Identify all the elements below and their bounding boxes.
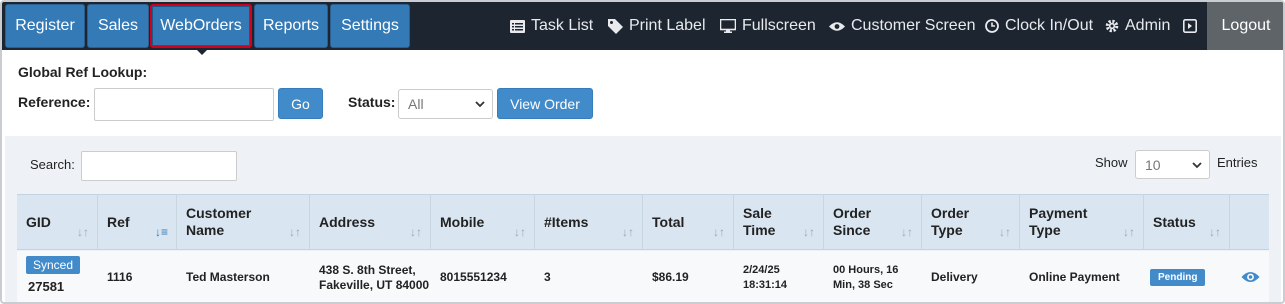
table-search-input[interactable] — [81, 151, 237, 181]
status-select-value: All — [408, 96, 424, 112]
eye-icon — [829, 21, 845, 31]
logout-button[interactable]: Logout — [1207, 2, 1283, 50]
nav-settings-button[interactable]: Settings — [330, 4, 410, 48]
col-mobile[interactable]: Mobile ↓↑ — [431, 194, 535, 250]
sort-icon: ↓↑ — [999, 225, 1011, 239]
col-order-since-label: Order Since — [833, 205, 872, 238]
sort-icon: ↓↑ — [1123, 225, 1135, 239]
admin-link[interactable]: Admin — [1105, 2, 1170, 50]
col-status-label: Status — [1153, 213, 1196, 230]
col-order-since[interactable]: Order Since ↓↑ — [824, 194, 922, 250]
entries-select-value: 10 — [1145, 156, 1161, 173]
cell-ref: 1116 — [107, 270, 133, 284]
chevron-down-icon — [475, 101, 485, 108]
clock-in-out-link[interactable]: Clock In/Out — [985, 2, 1093, 50]
col-sale-time[interactable]: Sale Time ↓↑ — [734, 194, 824, 250]
cell-order-since: 00 Hours, 16 Min, 38 Sec — [833, 263, 899, 291]
task-list-link[interactable]: Task List — [510, 2, 593, 50]
chevron-down-icon — [1192, 162, 1202, 169]
sort-icon: ↓↑ — [289, 225, 301, 239]
reference-label: Reference: — [18, 94, 91, 110]
table-search-label: Search: — [30, 157, 75, 172]
entries-label: Entries — [1217, 155, 1258, 170]
col-mobile-label: Mobile — [440, 213, 485, 230]
col-customer-name-label: Customer Name — [186, 205, 252, 238]
global-ref-lookup-title: Global Ref Lookup: — [18, 64, 148, 80]
customer-screen-link[interactable]: Customer Screen — [829, 2, 976, 50]
admin-label: Admin — [1125, 17, 1171, 34]
active-tab-caret — [195, 48, 209, 55]
col-address-label: Address — [319, 213, 376, 230]
eye-icon — [1241, 272, 1260, 282]
col-ref-label: Ref — [107, 213, 130, 230]
tag-icon — [608, 18, 623, 34]
list-icon — [510, 19, 525, 33]
customer-screen-label: Customer Screen — [851, 17, 976, 34]
cell-customer-name: Ted Masterson — [186, 270, 270, 284]
sort-icon: ↓↑ — [514, 225, 526, 239]
monitor-icon — [720, 19, 736, 33]
cell-items: 3 — [544, 270, 551, 284]
col-total[interactable]: Total ↓↑ — [643, 194, 734, 250]
print-label-label: Print Label — [629, 17, 706, 34]
gear-icon — [1105, 19, 1119, 33]
status-badge: Pending — [1150, 269, 1206, 286]
col-total-label: Total — [652, 213, 685, 230]
col-order-type[interactable]: Order Type ↓↑ — [922, 194, 1020, 250]
entries-select[interactable]: 10 — [1135, 150, 1210, 179]
exit-fullscreen-link[interactable] — [1183, 2, 1203, 50]
col-address[interactable]: Address ↓↑ — [310, 194, 431, 250]
nav-register-button[interactable]: Register — [5, 4, 85, 48]
top-navbar: Register Sales WebOrders Reports Setting… — [2, 2, 1283, 50]
clock-icon — [985, 19, 999, 33]
nav-reports-button[interactable]: Reports — [254, 4, 328, 48]
col-sale-time-label: Sale Time — [743, 205, 776, 238]
sort-icon: ↓↑ — [410, 225, 422, 239]
print-label-link[interactable]: Print Label — [608, 2, 706, 50]
exit-icon — [1183, 19, 1197, 33]
col-gid[interactable]: GID ↓↑ — [17, 194, 98, 250]
sort-icon: ↓↑ — [901, 225, 913, 239]
cell-order-type: Delivery — [931, 270, 978, 284]
cell-payment-type: Online Payment — [1029, 270, 1120, 284]
sort-icon: ↓↑ — [1209, 225, 1221, 239]
clock-in-out-label: Clock In/Out — [1005, 17, 1094, 34]
col-customer-name[interactable]: Customer Name ↓↑ — [177, 194, 310, 250]
cell-mobile: 8015551234 — [440, 270, 507, 284]
status-select[interactable]: All — [398, 89, 493, 119]
col-order-type-label: Order Type — [931, 205, 970, 238]
reference-input[interactable] — [94, 88, 274, 121]
cell-sale-time: 2/24/25 18:31:14 — [743, 263, 788, 291]
task-list-label: Task List — [531, 17, 594, 34]
col-status[interactable]: Status ↓↑ — [1144, 194, 1230, 250]
sort-icon: ↓↑ — [622, 225, 634, 239]
col-items[interactable]: #Items ↓↑ — [535, 194, 643, 250]
col-items-label: #Items — [544, 213, 589, 230]
cell-gid: 27581 — [28, 279, 65, 294]
nav-sales-button[interactable]: Sales — [87, 4, 149, 48]
view-order-eye-icon[interactable] — [1241, 270, 1260, 289]
sort-icon: ↓↑ — [713, 225, 725, 239]
sort-icon: ↓↑ — [803, 225, 815, 239]
cell-total: $86.19 — [652, 270, 689, 284]
fullscreen-label: Fullscreen — [742, 17, 816, 34]
col-ref[interactable]: Ref ↓≡ — [98, 194, 177, 250]
sort-icon: ↓↑ — [77, 225, 89, 239]
col-actions — [1230, 194, 1269, 250]
fullscreen-link[interactable]: Fullscreen — [720, 2, 816, 50]
sort-desc-icon: ↓≡ — [154, 225, 168, 239]
show-label: Show — [1095, 155, 1128, 170]
go-button[interactable]: Go — [278, 88, 323, 119]
nav-weborders-button[interactable]: WebOrders — [150, 4, 252, 48]
view-order-button[interactable]: View Order — [497, 88, 593, 119]
cell-address: 438 S. 8th Street, Fakeville, UT 84000 — [319, 262, 430, 292]
col-payment-type-label: Payment Type — [1029, 205, 1088, 238]
col-gid-label: GID — [26, 213, 51, 230]
status-label: Status: — [348, 94, 396, 110]
col-payment-type[interactable]: Payment Type ↓↑ — [1020, 194, 1144, 250]
app-window: Register Sales WebOrders Reports Setting… — [0, 0, 1285, 304]
